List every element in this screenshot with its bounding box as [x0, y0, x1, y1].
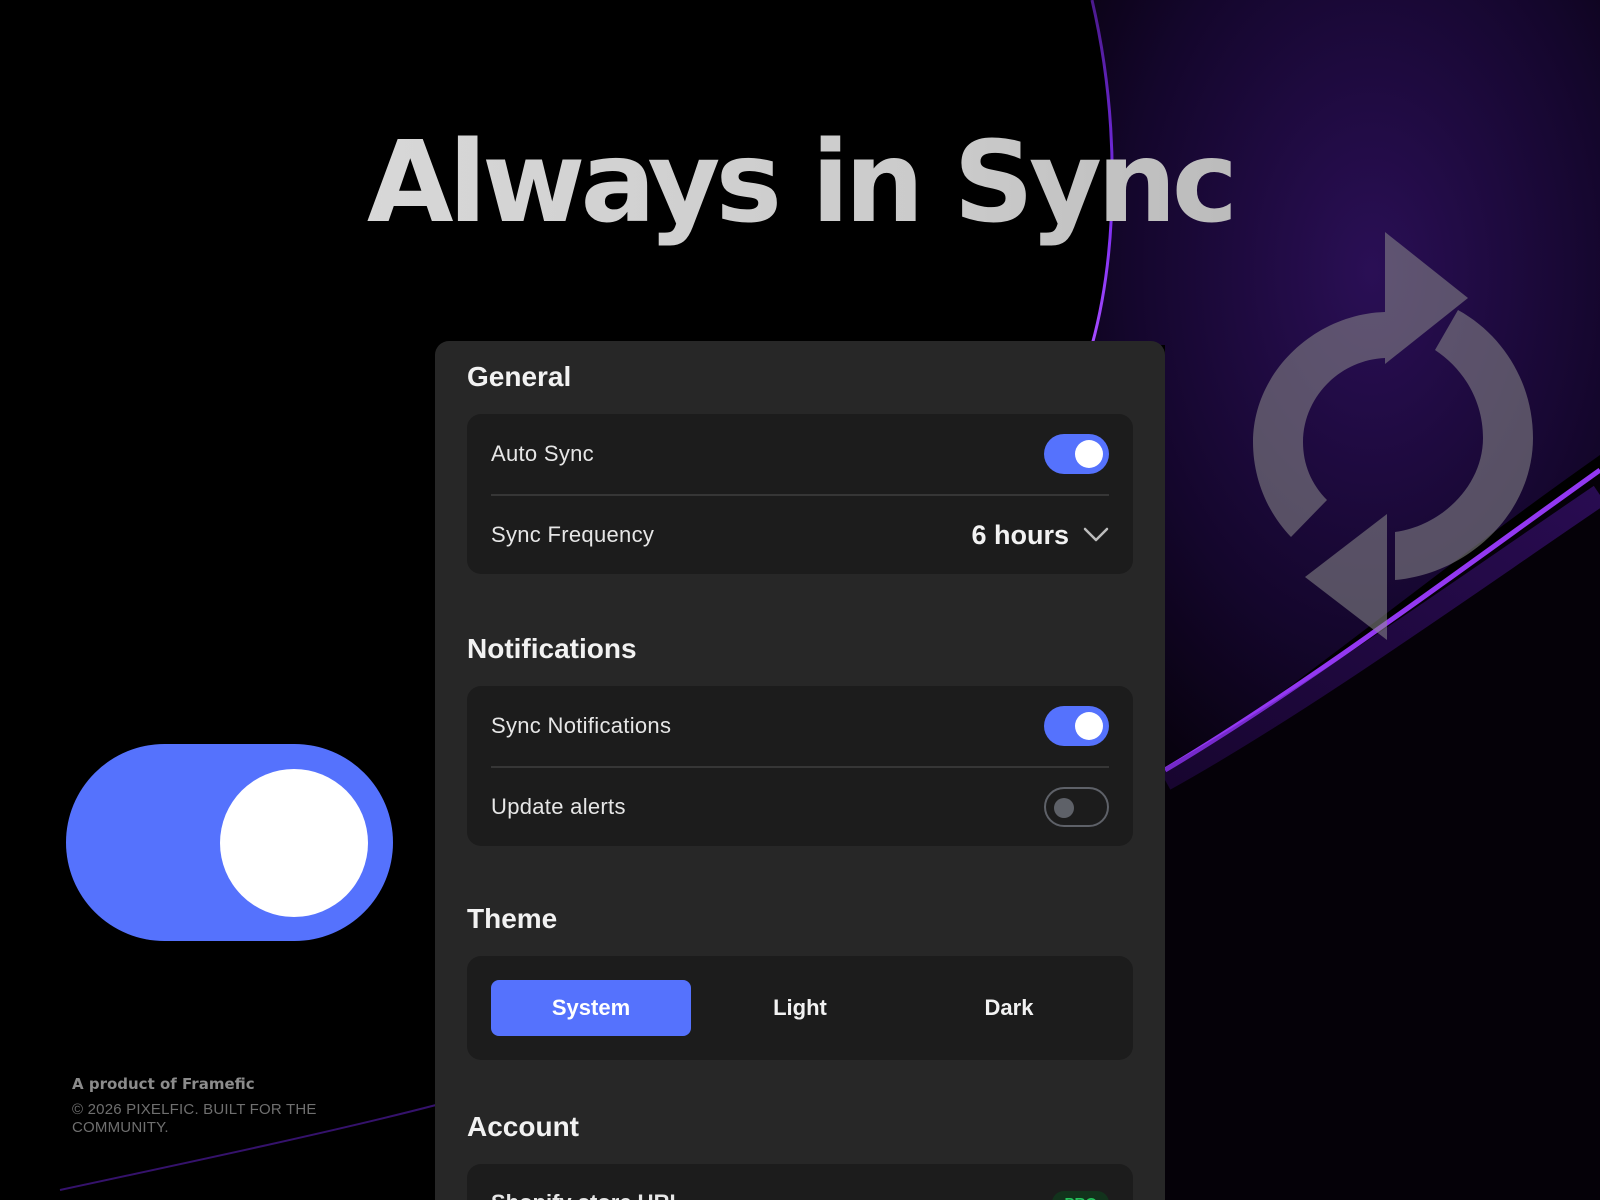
update-alerts-label: Update alerts — [491, 794, 626, 819]
sync-frequency-select[interactable]: 6 hours — [971, 520, 1109, 551]
row-sync-frequency: Sync Frequency 6 hours — [491, 494, 1109, 574]
sync-frequency-value: 6 hours — [971, 519, 1069, 550]
group-general: Auto Sync Sync Frequency 6 hours — [467, 414, 1133, 574]
group-account: Shopify store URL PRO — [467, 1164, 1133, 1200]
app-window: Always in Sync A product of Framefic © 2… — [0, 0, 1600, 1200]
auto-sync-label: Auto Sync — [491, 441, 594, 466]
section-title-theme: Theme — [467, 903, 558, 934]
sync-frequency-label: Sync Frequency — [491, 522, 655, 547]
section-title-notifications: Notifications — [467, 633, 637, 664]
toggle-illustration — [66, 744, 393, 941]
row-update-alerts: Update alerts — [491, 766, 1109, 846]
footer-brand: A product of Framefic — [72, 1075, 255, 1093]
theme-option-light[interactable]: Light — [700, 980, 900, 1036]
sync-notifications-toggle[interactable] — [1044, 706, 1109, 746]
theme-option-dark[interactable]: Dark — [909, 980, 1109, 1036]
theme-segmented-control: System Light Dark — [467, 956, 1133, 1060]
chevron-down-icon — [1083, 527, 1109, 542]
toggle-knob — [1075, 712, 1103, 740]
footer: A product of Framefic © 2026 PIXELFIC. B… — [72, 1075, 372, 1137]
store-url-label: Shopify store URL — [491, 1190, 683, 1200]
hero-title: Always in Sync — [0, 118, 1600, 248]
row-auto-sync: Auto Sync — [491, 414, 1109, 494]
section-title-general: General — [467, 361, 572, 392]
theme-option-system[interactable]: System — [491, 980, 691, 1036]
group-notifications: Sync Notifications Update alerts — [467, 686, 1133, 846]
sync-notifications-label: Sync Notifications — [491, 713, 672, 738]
update-alerts-toggle[interactable] — [1044, 787, 1109, 827]
auto-sync-toggle[interactable] — [1044, 434, 1109, 474]
toggle-knob — [1075, 440, 1103, 468]
sync-arrows-icon — [1253, 232, 1533, 640]
toggle-illustration-knob — [220, 769, 368, 917]
footer-copyright: © 2026 PIXELFIC. BUILT FOR THE COMMUNITY… — [72, 1101, 317, 1136]
pro-badge: PRO — [1052, 1191, 1109, 1200]
toggle-knob — [1054, 798, 1074, 818]
settings-panel: General Auto Sync Sync Frequency 6 hours… — [435, 341, 1165, 1200]
section-title-account: Account — [467, 1111, 579, 1142]
group-theme: System Light Dark — [467, 956, 1133, 1060]
row-store-url[interactable]: Shopify store URL PRO — [491, 1164, 1109, 1200]
row-sync-notifications: Sync Notifications — [491, 686, 1109, 766]
